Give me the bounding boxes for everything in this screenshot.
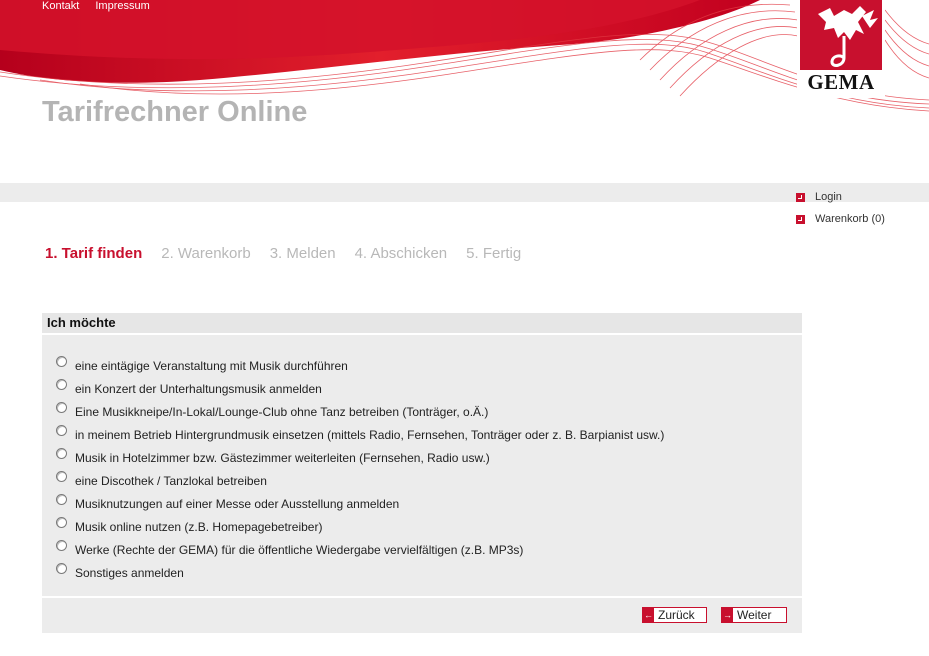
top-navigation: Kontakt Impressum	[42, 0, 163, 12]
radio-button[interactable]	[56, 425, 67, 436]
option-row[interactable]: Musik online nutzen (z.B. Homepagebetrei…	[56, 517, 322, 537]
logo-wordmark: GEMA	[800, 70, 882, 95]
panel-heading: Ich möchte	[42, 313, 802, 333]
step-5: 5. Fertig	[466, 245, 522, 262]
back-label: Zurück	[658, 608, 695, 622]
radio-button[interactable]	[56, 356, 67, 367]
radio-button[interactable]	[56, 402, 67, 413]
option-row[interactable]: Musik in Hotelzimmer bzw. Gästezimmer we…	[56, 448, 490, 468]
radio-button[interactable]	[56, 494, 67, 505]
back-button[interactable]: ← Zurück	[642, 607, 707, 623]
option-row[interactable]: eine eintägige Veranstaltung mit Musik d…	[56, 356, 348, 376]
horse-music-icon	[818, 6, 878, 67]
option-label: Musik in Hotelzimmer bzw. Gästezimmer we…	[75, 451, 490, 465]
step-3: 3. Melden	[269, 245, 336, 262]
radio-button[interactable]	[56, 448, 67, 459]
option-row[interactable]: in meinem Betrieb Hintergrundmusik einse…	[56, 425, 664, 445]
next-label: Weiter	[737, 608, 772, 622]
radio-button[interactable]	[56, 379, 67, 390]
option-row[interactable]: Musiknutzungen auf einer Messe oder Auss…	[56, 494, 399, 514]
step-1: 1. Tarif finden	[45, 245, 143, 262]
cart-label: Warenkorb (0)	[815, 213, 885, 225]
next-button[interactable]: → Weiter	[721, 607, 787, 623]
step-2: 2. Warenkorb	[161, 245, 251, 262]
option-row[interactable]: Werke (Rechte der GEMA) für die öffentli…	[56, 540, 523, 560]
radio-button[interactable]	[56, 517, 67, 528]
option-label: Eine Musikkneipe/In-Lokal/Lounge-Club oh…	[75, 405, 489, 419]
cart-link[interactable]: Warenkorb (0)	[796, 208, 885, 230]
radio-button[interactable]	[56, 540, 67, 551]
step-4: 4. Abschicken	[354, 245, 448, 262]
login-label: Login	[815, 191, 842, 203]
login-link[interactable]: Login	[796, 186, 885, 208]
arrow-right-icon: →	[722, 607, 733, 623]
option-label: Musik online nutzen (z.B. Homepagebetrei…	[75, 520, 323, 534]
kontakt-link[interactable]: Kontakt	[42, 0, 79, 12]
radio-button[interactable]	[56, 563, 67, 574]
arrow-icon	[796, 192, 805, 202]
option-label: Werke (Rechte der GEMA) für die öffentli…	[75, 543, 524, 557]
option-label: eine eintägige Veranstaltung mit Musik d…	[75, 359, 348, 373]
cart-icon	[796, 214, 805, 224]
radio-button[interactable]	[56, 471, 67, 482]
option-row[interactable]: Eine Musikkneipe/In-Lokal/Lounge-Club oh…	[56, 402, 488, 422]
step-indicator: 1. Tarif finden 2. Warenkorb 3. Melden 4…	[45, 245, 540, 262]
option-row[interactable]: ein Konzert der Unterhaltungsmusik anmel…	[56, 379, 322, 399]
page-title: Tarifrechner Online	[42, 96, 308, 128]
panel-footer: ← Zurück → Weiter	[42, 598, 802, 633]
option-label: eine Discothek / Tanzlokal betreiben	[75, 474, 267, 488]
option-label: in meinem Betrieb Hintergrundmusik einse…	[75, 428, 665, 442]
option-row[interactable]: eine Discothek / Tanzlokal betreiben	[56, 471, 267, 491]
gema-logo[interactable]: GEMA	[797, 0, 885, 98]
options-panel: eine eintägige Veranstaltung mit Musik d…	[42, 335, 802, 596]
option-row[interactable]: Sonstiges anmelden	[56, 563, 184, 583]
option-label: ein Konzert der Unterhaltungsmusik anmel…	[75, 382, 322, 396]
impressum-link[interactable]: Impressum	[95, 0, 149, 12]
grey-band	[0, 183, 929, 202]
option-label: Sonstiges anmelden	[75, 566, 184, 580]
option-label: Musiknutzungen auf einer Messe oder Auss…	[75, 497, 400, 511]
user-navigation: Login Warenkorb (0)	[796, 186, 885, 230]
arrow-left-icon: ←	[643, 607, 654, 623]
